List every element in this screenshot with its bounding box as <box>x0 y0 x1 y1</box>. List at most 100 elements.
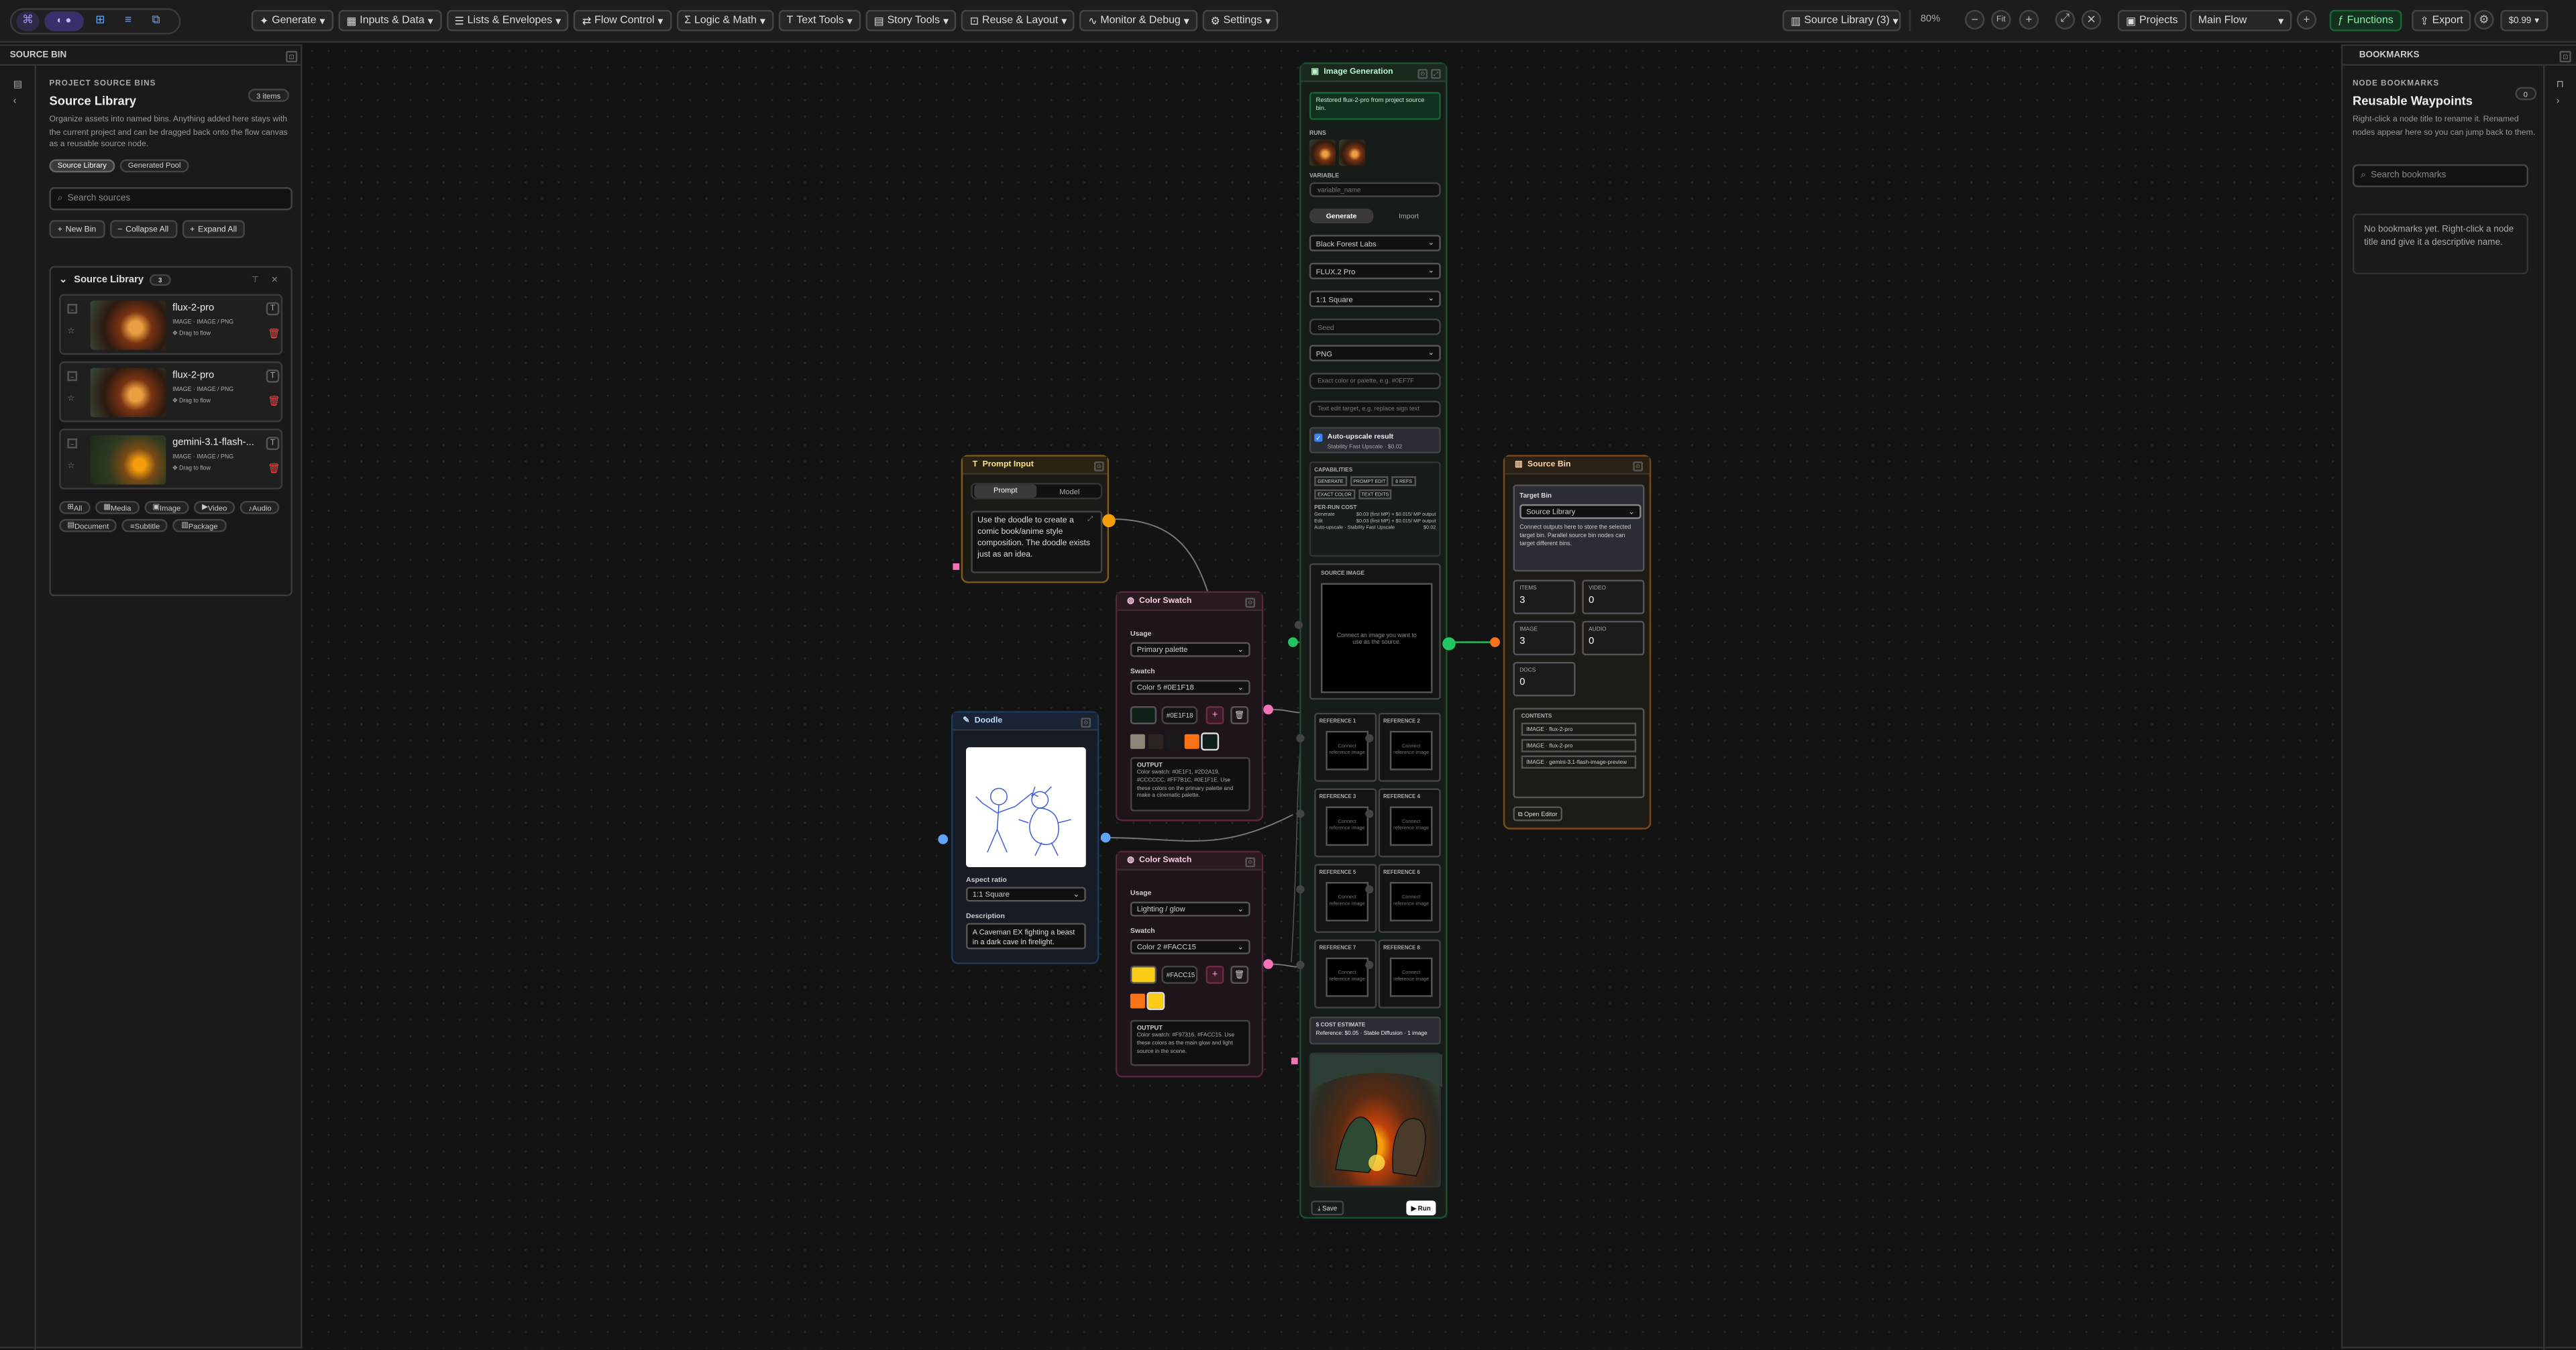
export-button[interactable]: ⇪ Export <box>2412 9 2471 32</box>
expand-all-button[interactable]: + Expand All <box>181 220 246 239</box>
swatch-chip[interactable] <box>1130 993 1145 1009</box>
settings-gear-icon[interactable]: ⚙ <box>2474 9 2494 30</box>
menu-story-tools[interactable]: ▤ Story Tools ▾ <box>865 9 957 32</box>
prompt-output-port[interactable] <box>1102 514 1116 528</box>
menu-icon[interactable]: ⊙ <box>1633 461 1643 471</box>
model-select[interactable]: FLUX.2 Pro ⌄ <box>1309 262 1441 280</box>
doodle-output-port[interactable] <box>1100 832 1111 843</box>
usage-select[interactable]: Lighting / glow ⌄ <box>1130 901 1250 917</box>
menu-flow-control[interactable]: ⇄ Flow Control ▾ <box>574 9 672 32</box>
bin-group-header[interactable]: ⌄ Source Library 3 <box>59 274 170 286</box>
tab-generate[interactable]: Generate <box>1309 207 1374 223</box>
color-swatch-node[interactable]: ◍ Color Swatch ⊙ Usage Primary palette ⌄ S… <box>1115 591 1264 822</box>
panel-toggle-icon[interactable]: ⊡ <box>2559 50 2571 63</box>
format-select[interactable]: PNG ⌄ <box>1309 345 1441 361</box>
expand-icon[interactable]: ⤢ <box>2055 9 2076 30</box>
color-preview[interactable] <box>1130 966 1157 984</box>
menu-icon[interactable]: ⊙ <box>1094 461 1104 471</box>
expand-icon[interactable]: ⤢ <box>1087 514 1093 522</box>
reference-port[interactable] <box>1296 809 1305 818</box>
star-icon[interactable]: ☆ <box>67 394 74 404</box>
tab-generated-pool[interactable]: Generated Pool <box>119 158 189 172</box>
image-output-port[interactable] <box>1442 637 1456 651</box>
collapse-icon[interactable]: ✕ <box>2081 9 2102 30</box>
menu-settings[interactable]: ⚙ Settings ▾ <box>1202 9 1279 32</box>
collapse-icon[interactable]: − <box>67 304 78 314</box>
filter-document[interactable]: ▤ Document <box>59 518 117 532</box>
hex-input[interactable]: #0E1F18 <box>1161 706 1198 725</box>
reference-slot[interactable]: REFERENCE 4 Connect reference image <box>1378 788 1441 858</box>
zoom-in-icon[interactable]: + <box>2019 9 2039 30</box>
filter-all[interactable]: ⊞ All <box>59 500 91 514</box>
swatch-select[interactable]: Color 5 #0E1F18 ⌄ <box>1130 679 1250 695</box>
reference-dropzone[interactable]: Connect reference image <box>1389 806 1433 846</box>
doodle-node[interactable]: ✎ Doodle ⊙ Aspect ratio 1:1 Square ⌄ Descr… <box>951 711 1099 964</box>
menu-text-tools[interactable]: T Text Tools ▾ <box>778 9 861 32</box>
archive-icon[interactable]: ▤ <box>13 79 35 91</box>
collapse-all-button[interactable]: − Collapse All <box>109 220 177 239</box>
bookmark-search-input[interactable]: ⌕ Search bookmarks <box>2352 164 2528 188</box>
list-item[interactable]: − ☆ gemini-3.1-flash-... IMAGE · IMAGE /… <box>59 429 283 490</box>
description-textarea[interactable]: A Caveman EX fighting a beast in a dark … <box>966 923 1086 950</box>
target-bin-select[interactable]: Source Library ⌄ <box>1519 504 1642 519</box>
reference-port[interactable] <box>1296 885 1305 894</box>
swatch-input-port[interactable] <box>1291 1058 1298 1064</box>
reference-dropzone[interactable]: Connect reference image <box>1326 806 1369 846</box>
prompt-textarea[interactable]: Use the doodle to create a comic book/an… <box>971 510 1103 573</box>
prompt-input-port[interactable] <box>953 563 960 570</box>
usage-select[interactable]: Primary palette ⌄ <box>1130 642 1250 657</box>
swatch-chip[interactable] <box>1148 734 1163 749</box>
chevron-left-icon[interactable]: ‹ <box>13 97 35 107</box>
collapse-icon[interactable]: − <box>67 438 78 449</box>
add-flow-icon[interactable]: + <box>2296 9 2317 30</box>
swatch-chip[interactable] <box>1201 732 1220 751</box>
swatch-chip[interactable] <box>1184 734 1199 749</box>
reference-port[interactable] <box>1296 734 1305 742</box>
grid-icon[interactable]: ⊞ <box>89 11 111 31</box>
pin-icon[interactable]: ⊤ <box>252 276 259 286</box>
flow-select[interactable]: Main Flow ▾ <box>2190 9 2292 32</box>
filter-package[interactable]: ▥ Package <box>172 518 226 532</box>
star-icon[interactable]: ☆ <box>67 327 74 337</box>
reference-slot[interactable]: REFERENCE 7 Connect reference image <box>1314 939 1377 1009</box>
projects-button[interactable]: ▣ Projects <box>2117 9 2186 32</box>
swatch-output-port[interactable] <box>1263 704 1273 715</box>
run-thumbnail[interactable] <box>1309 139 1336 166</box>
menu-icon[interactable]: ⊙ <box>1245 598 1256 608</box>
reference-slot[interactable]: REFERENCE 6 Connect reference image <box>1378 864 1441 934</box>
insert-text-icon[interactable]: T <box>266 370 280 383</box>
layers-icon[interactable]: ⧉ <box>145 11 168 31</box>
upscale-option[interactable]: ✓ Auto-upscale result Stability Fast Ups… <box>1309 427 1441 453</box>
menu-lists-envelopes[interactable]: ☰ Lists & Envelopes ▾ <box>446 9 570 32</box>
zoom-out-icon[interactable]: − <box>1964 9 1985 30</box>
reference-dropzone[interactable]: Connect reference image <box>1389 730 1433 771</box>
filter-audio[interactable]: ♪ Audio <box>239 500 280 514</box>
reference-dropzone[interactable]: Connect reference image <box>1389 957 1433 997</box>
menu-logic-math[interactable]: Σ Logic & Math ▾ <box>676 9 774 32</box>
star-icon[interactable]: ☆ <box>67 461 74 471</box>
reference-dropzone[interactable]: Connect reference image <box>1326 882 1369 921</box>
reference-port[interactable] <box>1365 734 1374 742</box>
reference-dropzone[interactable]: Connect reference image <box>1389 882 1433 921</box>
mode-switcher[interactable]: ⌘ ◐ ● ⊞ ≡ ⧉ <box>9 8 181 35</box>
seed-input[interactable]: Seed <box>1309 319 1441 335</box>
list-icon[interactable]: ≡ <box>117 11 140 31</box>
expand-icon[interactable]: ⤢ <box>1431 68 1441 79</box>
flow-icon[interactable]: ⌘ <box>16 11 40 32</box>
filter-video[interactable]: ▶ Video <box>193 500 235 514</box>
reference-dropzone[interactable]: Connect reference image <box>1326 730 1369 771</box>
menu-icon[interactable]: ⊙ <box>1081 718 1091 728</box>
source-input-port[interactable] <box>1288 637 1298 647</box>
reference-slot[interactable]: REFERENCE 3 Connect reference image <box>1314 788 1377 858</box>
input-port[interactable] <box>1294 620 1303 629</box>
variable-input[interactable]: variable_name <box>1309 182 1441 197</box>
source-search-input[interactable]: ⌕ Search sources <box>49 187 292 211</box>
swatch-chip[interactable] <box>1130 734 1145 749</box>
reference-dropzone[interactable]: Connect reference image <box>1326 957 1369 997</box>
node-header[interactable]: ▥ Source Bin <box>1505 456 1650 475</box>
doodle-canvas[interactable] <box>966 747 1086 868</box>
prompt-input-node[interactable]: T Prompt Input ⊙ Prompt Model Use the doo… <box>961 455 1110 583</box>
list-item[interactable]: − ☆ flux-2-pro IMAGE · IMAGE / PNG ✥ Dra… <box>59 361 283 423</box>
filter-image[interactable]: ▣ Image <box>144 500 189 514</box>
panel-toggle-icon[interactable]: ⊡ <box>286 50 298 63</box>
